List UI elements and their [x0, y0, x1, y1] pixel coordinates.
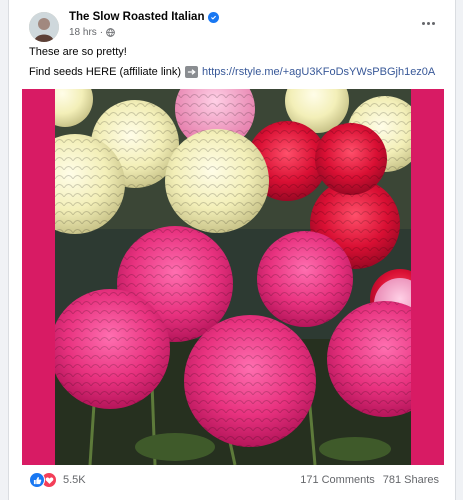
affiliate-link[interactable]: https://rstyle.me/+agU3KFoDsYWsPBGjh1ez0… — [202, 66, 435, 78]
globe-icon — [106, 28, 115, 37]
post-timestamp[interactable]: 18 hrs — [69, 27, 97, 38]
reactions-summary[interactable]: 5.5K — [29, 472, 86, 488]
comments-count-link[interactable]: 171 Comments — [300, 474, 375, 486]
comments-count: 171 — [300, 474, 319, 486]
author-avatar[interactable] — [29, 12, 59, 42]
dahlia-photo-image — [55, 89, 411, 465]
reactions-count: 5.5K — [63, 474, 86, 486]
right-arrow-emoji-icon — [185, 66, 199, 78]
shares-count-link[interactable]: 781 Shares — [383, 474, 439, 486]
post-text-line2: Find seeds HERE (affiliate link) https:/… — [29, 66, 435, 78]
like-reaction-icon — [29, 472, 45, 488]
post-text-line1: These are so pretty! — [29, 46, 127, 58]
post-card: The Slow Roasted Italian 18 hrs · These … — [8, 0, 456, 500]
post-photo[interactable] — [22, 89, 444, 465]
engagement-bar: 5.5K 171 Comments 781 Shares — [29, 468, 439, 492]
comments-label: Comments — [321, 474, 375, 486]
more-options-icon[interactable] — [417, 15, 439, 31]
author-name[interactable]: The Slow Roasted Italian — [69, 11, 220, 23]
shares-count: 781 — [382, 474, 402, 486]
dot — [426, 21, 430, 25]
shares-label: Shares — [404, 474, 439, 486]
verified-badge-icon — [208, 11, 220, 23]
meta-separator: · — [99, 27, 104, 38]
post-text-prefix: Find seeds HERE (affiliate link) — [29, 66, 182, 78]
post-meta: 18 hrs · — [69, 27, 115, 38]
dot — [421, 21, 425, 25]
dot — [431, 21, 435, 25]
author-name-text[interactable]: The Slow Roasted Italian — [69, 11, 204, 23]
